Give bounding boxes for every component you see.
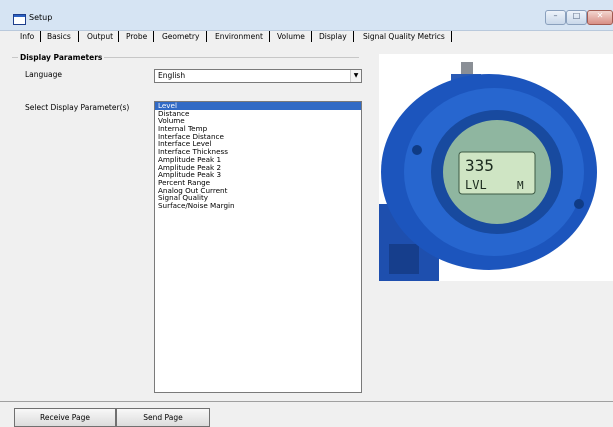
tab-separator [451,31,452,42]
title-bar: Setup – □ ✕ [0,0,613,31]
tab-geometry[interactable]: Geometry [162,32,199,41]
tab-info[interactable]: Info [20,32,34,41]
chevron-down-icon[interactable]: ▼ [350,70,361,82]
tab-signal-quality-metrics[interactable]: Signal Quality Metrics [363,32,445,41]
transmitter-device-illustration: 335 LVL M [379,62,597,282]
tab-separator [153,31,154,42]
tab-output[interactable]: Output [87,32,113,41]
language-label: Language [25,70,63,79]
tab-separator [206,31,207,42]
window-title: Setup [29,13,53,22]
tab-environment[interactable]: Environment [215,32,263,41]
tab-separator [40,31,41,42]
group-title: Display Parameters [18,53,105,62]
close-icon: ✕ [596,11,604,20]
setup-window-icon [13,14,26,25]
tab-basics[interactable]: Basics [47,32,71,41]
tab-separator [353,31,354,42]
setup-window: Setup – □ ✕ Info Basics Output Probe Geo… [0,0,613,427]
minimize-button[interactable]: – [545,10,566,25]
tab-bar: Info Basics Output Probe Geometry Enviro… [0,30,613,44]
tab-separator [78,31,79,42]
tab-separator [269,31,270,42]
receive-page-button[interactable]: Receive Page [14,408,116,427]
tab-probe[interactable]: Probe [126,32,147,41]
top-fitting [461,62,473,76]
language-select[interactable]: English ▼ [154,69,362,83]
minimize-icon: – [553,11,558,20]
tab-separator [311,31,312,42]
lcd-value: 335 [465,156,494,175]
display-parameters-list[interactable]: Level Distance Volume Internal Temp Inte… [154,101,362,393]
maximize-button[interactable]: □ [566,10,587,25]
transmitter-image: 335 LVL M [379,54,613,282]
lcd-unit: M [517,179,524,192]
footer-bar: Receive Page Send Page [0,401,613,427]
send-page-button[interactable]: Send Page [116,408,210,427]
tab-volume[interactable]: Volume [277,32,305,41]
select-display-parameters-label: Select Display Parameter(s) [25,103,130,112]
housing-bolt [412,145,422,155]
list-item[interactable]: Distance [155,109,361,118]
housing-bolt [574,199,584,209]
display-parameters-group: Display Parameters Language English ▼ Se… [12,50,362,397]
list-item[interactable]: Surface/Noise Margin [155,202,361,210]
tab-display[interactable]: Display [319,32,347,41]
language-value: English [158,71,186,80]
maximize-icon: □ [572,11,581,20]
close-button[interactable]: ✕ [587,10,613,25]
side-block-face [389,244,419,274]
tab-separator [118,31,119,42]
lcd-parameter: LVL [465,178,487,192]
